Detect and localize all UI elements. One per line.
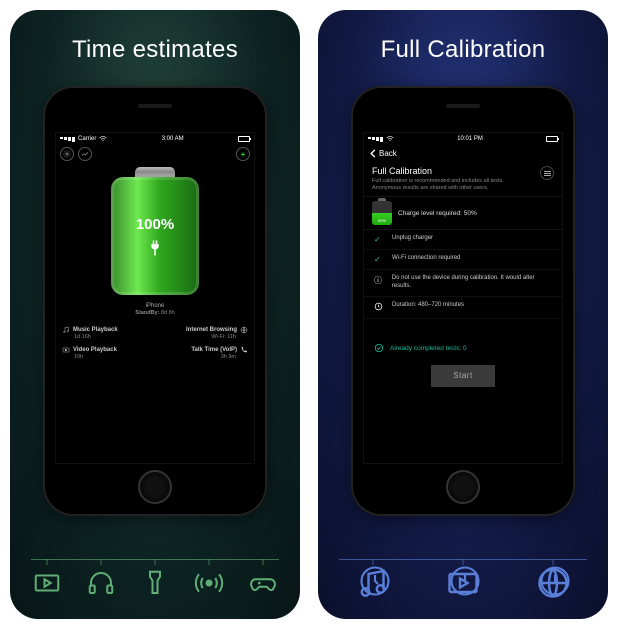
- estimate-video: Video Playback 10h: [62, 346, 151, 360]
- clock-label: 10:01 PM: [457, 136, 483, 142]
- check-circle-icon: [374, 343, 384, 355]
- battery-graphic: 100%: [111, 167, 199, 295]
- phone-icon: [240, 346, 248, 354]
- rail-hotspot-icon: [191, 565, 227, 601]
- already-completed-row: Already completed tests: 0: [364, 337, 562, 361]
- wifi-icon: [386, 136, 394, 142]
- step-nouse: ⓘ Do not use the device during calibrati…: [364, 270, 562, 297]
- phone-frame: Carrier 3:00 AM +: [43, 86, 267, 516]
- stats-button[interactable]: [78, 147, 92, 161]
- add-button[interactable]: +: [236, 147, 250, 161]
- card-title: Full Calibration: [381, 36, 546, 64]
- charge-required-label: Charge level required: 50%: [398, 210, 477, 217]
- signal-icon: [60, 137, 75, 142]
- rail-flashlight-icon: [137, 565, 173, 601]
- screen: Carrier 3:00 AM +: [55, 132, 255, 464]
- phone-frame: 10:01 PM Back Full Calibration Full cali…: [351, 86, 575, 516]
- screen: 10:01 PM Back Full Calibration Full cali…: [363, 132, 563, 464]
- estimate-grid: Music Playback 1d 16h Internet Browsing …: [56, 326, 254, 360]
- video-icon: [62, 346, 70, 354]
- check-icon: ✓: [374, 235, 384, 244]
- step-duration: Duration: 480–720 minutes: [364, 297, 562, 319]
- globe-icon: [240, 326, 248, 334]
- header-title: Full Calibration: [372, 166, 522, 176]
- device-model: iPhone: [56, 303, 254, 309]
- icon-rail: [20, 565, 290, 601]
- step-unplug: ✓ Unplug charger: [364, 230, 562, 250]
- rail-globe-icon: [535, 565, 571, 601]
- header-block: Full Calibration Full calibration is rec…: [364, 162, 562, 196]
- status-bar: 10:01 PM: [364, 133, 562, 145]
- carrier-label: Carrier: [78, 136, 96, 142]
- battery-percent: 100%: [136, 216, 174, 233]
- rail-video-icon: [445, 565, 481, 601]
- settings-button[interactable]: [60, 147, 74, 161]
- status-bar: Carrier 3:00 AM: [56, 133, 254, 145]
- header-subtitle: Full calibration is recommended and incl…: [372, 178, 522, 192]
- clock-label: 3:00 AM: [162, 136, 184, 142]
- rail-music-icon: [355, 565, 391, 601]
- estimate-voip: Talk Time (VoIP) 3h 9m: [159, 346, 248, 360]
- back-button[interactable]: Back: [370, 149, 397, 158]
- icon-rail: [328, 565, 598, 601]
- battery-icon: [238, 136, 250, 142]
- plug-icon: [146, 239, 164, 257]
- estimate-music: Music Playback 1d 16h: [62, 326, 151, 340]
- clock-icon: [374, 302, 384, 313]
- signal-icon: [368, 137, 383, 142]
- rail-gamepad-icon: [245, 565, 281, 601]
- start-button[interactable]: Start: [431, 365, 495, 387]
- menu-button[interactable]: [540, 166, 554, 180]
- battery-icon: [546, 136, 558, 142]
- half-battery-icon: 50%: [372, 201, 392, 225]
- music-note-icon: [62, 326, 70, 334]
- full-calibration-card: Full Calibration 10:01 PM Back: [318, 10, 608, 619]
- rail-headphones-icon: [83, 565, 119, 601]
- estimate-browsing: Internet Browsing Wi-Fi: 11h: [159, 326, 248, 340]
- card-title: Time estimates: [72, 36, 238, 64]
- nav-bar: Back: [364, 145, 562, 162]
- standby-row: StandBy: 8d 8h: [56, 310, 254, 316]
- check-icon: ✓: [374, 255, 384, 264]
- info-icon: ⓘ: [374, 275, 384, 286]
- time-estimates-card: Time estimates Carrier 3:00 AM: [10, 10, 300, 619]
- top-bar: +: [56, 145, 254, 163]
- rail-video-icon: [29, 565, 65, 601]
- wifi-icon: [99, 136, 107, 142]
- charge-required-row: 50% Charge level required: 50%: [364, 196, 562, 230]
- step-wifi: ✓ Wi-Fi connection required: [364, 250, 562, 270]
